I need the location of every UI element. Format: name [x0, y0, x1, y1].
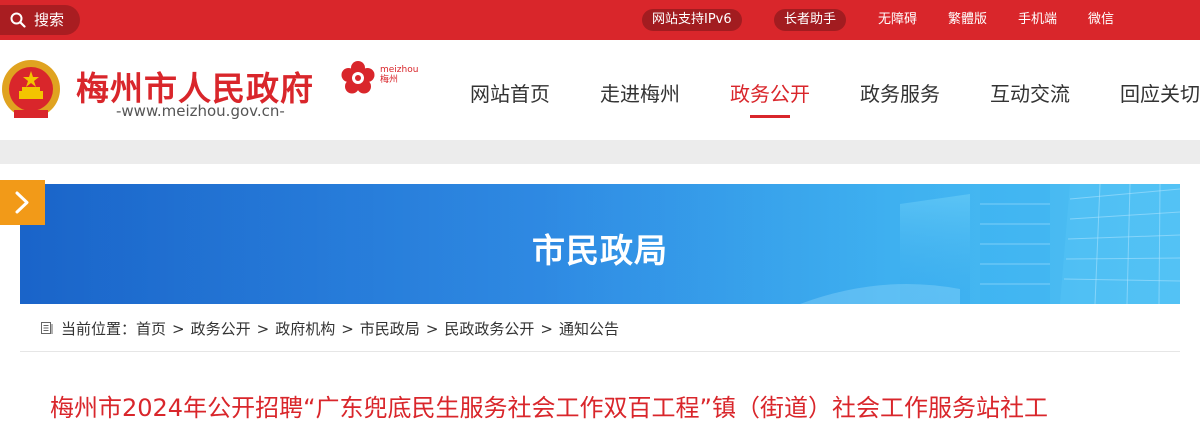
breadcrumb-item-government-agencies[interactable]: 政府机构	[275, 320, 335, 338]
city-flower-logo-icon	[341, 61, 375, 94]
banner-title: 市民政局	[532, 231, 668, 270]
nav-government-services[interactable]: 政务服务	[860, 78, 940, 107]
article-title: 梅州市2024年公开招聘“广东兜底民生服务社会工作双百工程”镇（街道）社会工作服…	[50, 394, 1048, 422]
header-divider-strip	[0, 140, 1200, 164]
elder-assistant-link[interactable]: 长者助手	[774, 9, 847, 31]
nav-government-affairs[interactable]: 政务公开	[730, 78, 810, 107]
chevron-right-icon	[15, 191, 29, 214]
nav-interaction[interactable]: 互动交流	[990, 78, 1070, 107]
mobile-link[interactable]: 手机端	[1018, 9, 1057, 31]
traditional-chinese-link[interactable]: 繁體版	[948, 9, 987, 31]
nav-active-indicator	[750, 115, 790, 118]
search-icon	[10, 12, 26, 28]
side-expand-button[interactable]	[0, 180, 45, 225]
nav-about-meizhou[interactable]: 走进梅州	[600, 78, 680, 107]
city-logo-text-en: meizhou	[380, 65, 419, 75]
nav-home[interactable]: 网站首页	[470, 78, 550, 107]
site-url: -www.meizhou.gov.cn-	[116, 102, 285, 120]
department-banner: 市民政局	[20, 184, 1180, 304]
search-placeholder: 搜索	[34, 11, 65, 29]
city-logo-text-cn: 梅州	[380, 75, 399, 85]
breadcrumb-item-government-affairs[interactable]: 政务公开	[191, 320, 251, 338]
accessibility-link[interactable]: 无障碍	[878, 9, 917, 31]
location-list-icon	[41, 322, 53, 334]
wechat-link[interactable]: 微信	[1088, 9, 1114, 31]
breadcrumb-separator: >	[425, 320, 439, 338]
breadcrumb-item-notices[interactable]: 通知公告	[559, 320, 619, 338]
top-bar: 搜索 网站支持IPv6 长者助手 无障碍 繁體版 手机端 微信	[0, 0, 1200, 40]
national-emblem-icon[interactable]	[0, 58, 62, 122]
breadcrumb-separator: >	[172, 320, 185, 338]
breadcrumb-item-home[interactable]: 首页	[136, 320, 166, 338]
breadcrumb-separator: >	[341, 320, 354, 338]
breadcrumb-item-civil-affairs-bureau[interactable]: 市民政局	[360, 320, 420, 338]
nav-response[interactable]: 回应关切	[1120, 78, 1200, 107]
ipv6-link[interactable]: 网站支持IPv6	[642, 9, 742, 31]
breadcrumb-separator: >	[540, 320, 553, 338]
city-logo-text: meizhou 梅州	[380, 65, 418, 85]
site-header: 梅州市人民政府 -www.meizhou.gov.cn- meizhou 梅州 …	[0, 40, 1200, 140]
breadcrumb: 当前位置：首页 > 政务公开 > 政府机构 > 市民政局 > 民政政务公开 > 通知公告	[20, 304, 1180, 352]
breadcrumb-item-civil-affairs-disclosure[interactable]: 民政政务公开	[444, 320, 534, 338]
breadcrumb-trail: 当前位置：首页 > 政务公开 > 政府机构 > 市民政局 > 民政政务公开 > 通知公告	[61, 318, 619, 339]
breadcrumb-separator: >	[256, 320, 270, 338]
search-input[interactable]: 搜索	[0, 5, 80, 35]
breadcrumb-label: 当前位置：	[61, 320, 137, 338]
